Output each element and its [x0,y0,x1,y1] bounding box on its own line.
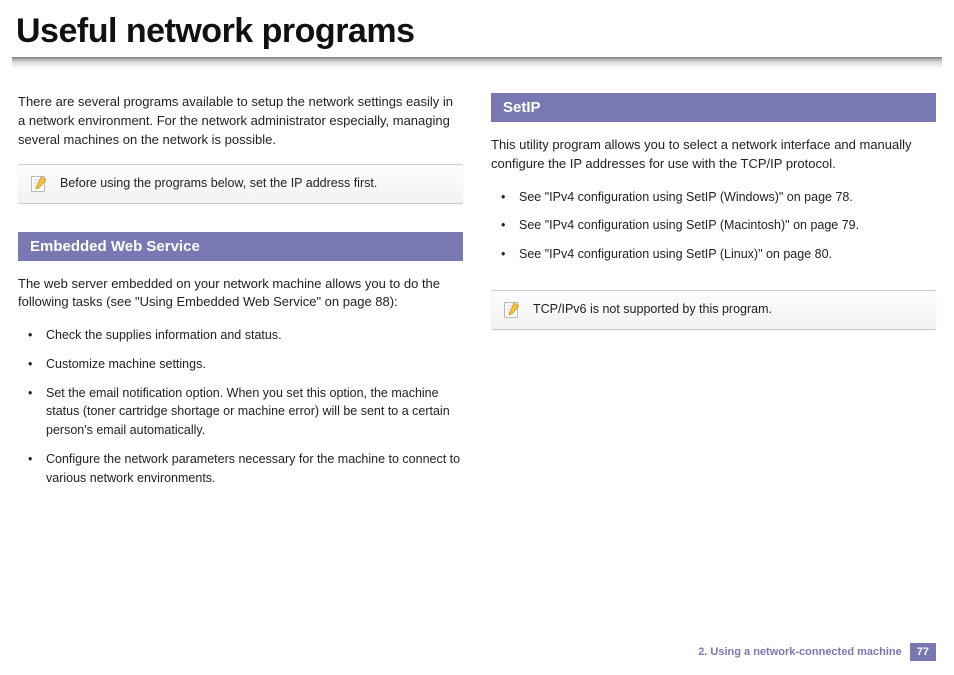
page-footer: 2. Using a network-connected machine 77 [698,643,936,661]
page-title: Useful network programs [0,0,954,57]
footer-chapter: 2. Using a network-connected machine [698,646,902,658]
note-text: TCP/IPv6 is not supported by this progra… [533,301,772,319]
section-heading-setip: SetIP [491,93,936,122]
list-item: See "IPv4 configuration using SetIP (Mac… [501,216,936,245]
section-heading-embedded-web-service: Embedded Web Service [18,232,463,261]
note-box-ipv6: TCP/IPv6 is not supported by this progra… [491,290,936,330]
title-divider [12,57,942,71]
list-item: See "IPv4 configuration using SetIP (Lin… [501,245,936,274]
list-item: Configure the network parameters necessa… [28,450,463,498]
list-item: Customize machine settings. [28,355,463,384]
setip-paragraph: This utility program allows you to selec… [491,136,936,174]
note-text: Before using the programs below, set the… [60,175,377,193]
list-item: See "IPv4 configuration using SetIP (Win… [501,188,936,217]
content-columns: There are several programs available to … [0,93,954,513]
ews-paragraph: The web server embedded on your network … [18,275,463,313]
setip-list: See "IPv4 configuration using SetIP (Win… [491,188,936,274]
footer-page-number: 77 [910,643,936,661]
note-icon [30,175,48,193]
list-item: Set the email notification option. When … [28,384,463,450]
list-item: Check the supplies information and statu… [28,326,463,355]
right-column: SetIP This utility program allows you to… [491,93,936,513]
ews-list: Check the supplies information and statu… [18,326,463,497]
note-icon [503,301,521,319]
note-box-ip: Before using the programs below, set the… [18,164,463,204]
left-column: There are several programs available to … [18,93,463,513]
intro-paragraph: There are several programs available to … [18,93,463,150]
